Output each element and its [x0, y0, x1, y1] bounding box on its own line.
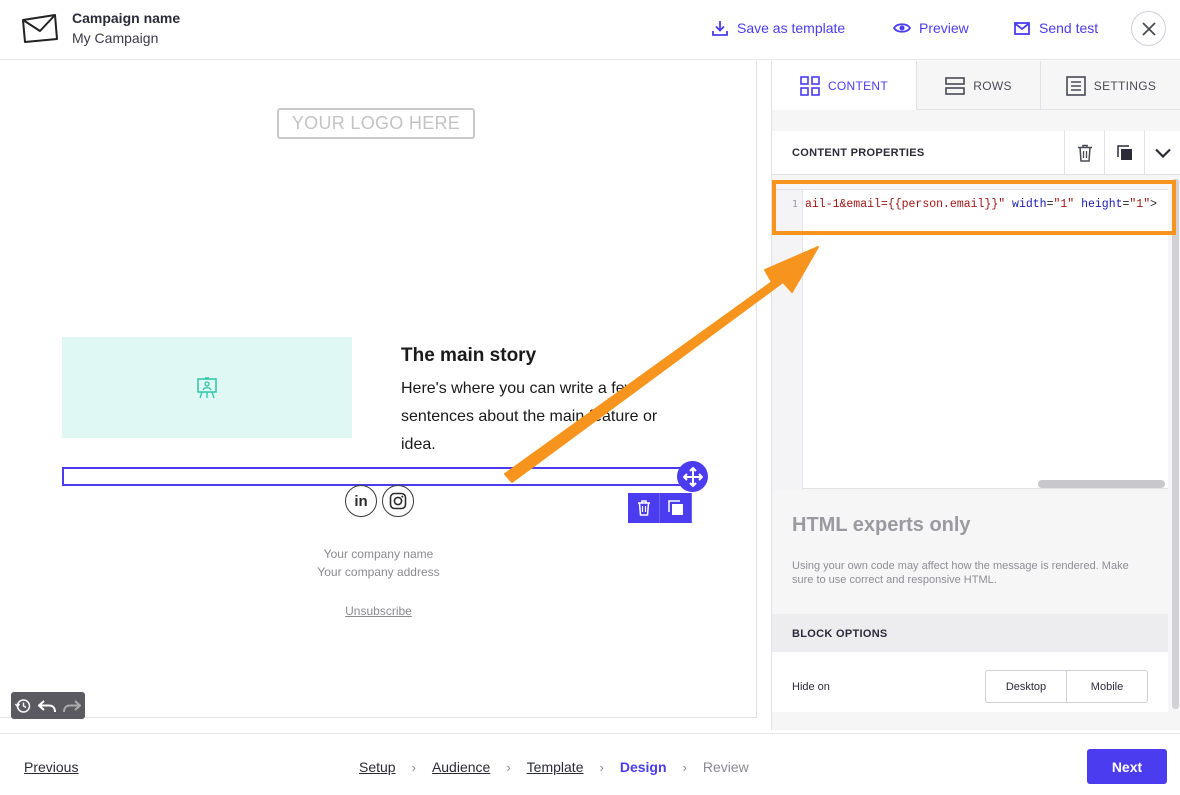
- hide-on-label: Hide on: [792, 681, 830, 693]
- tab-settings[interactable]: SETTINGS: [1041, 61, 1180, 110]
- line-number: 1: [772, 190, 803, 490]
- send-test-label: Send test: [1039, 20, 1099, 36]
- chevron-right-icon: ›: [682, 759, 687, 775]
- html-experts-title: HTML experts only: [792, 514, 971, 536]
- story-body[interactable]: Here's where you can write a few sentenc…: [401, 375, 691, 459]
- email-canvas[interactable]: YOUR LOGO HERE The main story Here's whe…: [0, 61, 757, 719]
- html-experts-note: Using your own code may affect how the m…: [792, 560, 1129, 586]
- undo-icon[interactable]: [37, 698, 56, 714]
- trash-icon: [1077, 144, 1092, 162]
- preview-button[interactable]: Preview: [893, 18, 969, 38]
- hide-desktop-button[interactable]: Desktop: [986, 671, 1066, 702]
- unsubscribe-link[interactable]: Unsubscribe: [0, 604, 757, 618]
- tab-content-label: CONTENT: [827, 78, 889, 93]
- collapse-button[interactable]: [1144, 131, 1180, 175]
- save-as-template-label: Save as template: [737, 20, 846, 36]
- history-icon[interactable]: [14, 698, 31, 714]
- save-as-template-button[interactable]: Save as template: [711, 18, 845, 38]
- step-template[interactable]: Template: [527, 759, 584, 775]
- presentation-icon: [197, 376, 217, 398]
- send-test-button[interactable]: Send test: [1013, 18, 1098, 38]
- panel-tabs: CONTENT ROWS SETTINGS: [772, 61, 1180, 110]
- chevron-right-icon: ›: [599, 759, 604, 775]
- download-icon: [712, 21, 728, 36]
- grid-icon: [800, 75, 820, 96]
- history-toolbar: [11, 692, 85, 719]
- chevron-right-icon: ›: [411, 759, 416, 775]
- story-title[interactable]: The main story: [401, 345, 536, 367]
- tab-rows-label: ROWS: [973, 78, 1012, 93]
- duplicate-block-button[interactable]: [660, 493, 692, 523]
- chevron-down-icon: [1155, 148, 1171, 158]
- block-options-title: BLOCK OPTIONS: [792, 628, 888, 640]
- tab-rows[interactable]: ROWS: [917, 61, 1041, 110]
- image-placeholder[interactable]: [62, 337, 352, 438]
- duplicate-icon: [667, 500, 683, 515]
- top-header: Campaign name My Campaign Save as templa…: [0, 0, 1180, 60]
- previous-link[interactable]: Previous: [24, 759, 78, 775]
- delete-block-button[interactable]: [628, 493, 660, 523]
- step-breadcrumb: Setup › Audience › Template › Design › Review: [359, 759, 749, 775]
- selected-html-block[interactable]: [62, 467, 692, 486]
- mail-icon: [1014, 22, 1030, 35]
- settings-icon: [1065, 75, 1086, 96]
- trash-icon: [637, 500, 650, 516]
- instagram-icon[interactable]: [382, 485, 414, 517]
- campaign-name-value: My Campaign: [72, 30, 159, 46]
- linkedin-icon[interactable]: in: [345, 485, 377, 517]
- vertical-scrollbar[interactable]: [1172, 179, 1179, 709]
- step-audience[interactable]: Audience: [432, 759, 490, 775]
- campaign-name-label: Campaign name: [72, 10, 181, 26]
- content-properties-bar: CONTENT PROPERTIES: [772, 131, 1180, 175]
- company-address: Your company address: [317, 565, 440, 579]
- envelope-icon: [22, 14, 58, 43]
- chevron-right-icon: ›: [506, 759, 511, 775]
- footer-nav: Previous Setup › Audience › Template › Design ›…: [0, 733, 1180, 795]
- block-options-header: BLOCK OPTIONS: [772, 614, 1168, 652]
- delete-content-button[interactable]: [1064, 131, 1104, 175]
- step-review[interactable]: Review: [703, 759, 749, 775]
- duplicate-content-button[interactable]: [1104, 131, 1144, 175]
- instagram-glyph-icon: [389, 492, 407, 510]
- hide-mobile-button[interactable]: Mobile: [1066, 671, 1147, 702]
- block-toolbar: [628, 493, 693, 523]
- tab-settings-label: SETTINGS: [1093, 78, 1157, 93]
- preview-label: Preview: [919, 20, 969, 36]
- redo-icon[interactable]: [63, 698, 82, 714]
- step-design[interactable]: Design: [620, 759, 667, 775]
- rows-icon: [945, 76, 966, 95]
- tab-content[interactable]: CONTENT: [772, 61, 917, 110]
- horizontal-scrollbar[interactable]: [1038, 480, 1165, 488]
- close-icon: [1141, 21, 1156, 36]
- eye-icon: [893, 23, 911, 33]
- content-properties-title: CONTENT PROPERTIES: [792, 147, 925, 159]
- logo-placeholder[interactable]: YOUR LOGO HERE: [277, 108, 475, 139]
- code-highlight-box: [772, 180, 1176, 235]
- close-button[interactable]: [1131, 11, 1166, 46]
- company-name: Your company name: [323, 547, 434, 561]
- step-setup[interactable]: Setup: [359, 759, 396, 775]
- hide-on-toggle: Desktop Mobile: [985, 670, 1148, 703]
- next-button[interactable]: Next: [1087, 749, 1167, 784]
- hide-on-row: Hide on Desktop Mobile: [772, 652, 1168, 712]
- move-handle[interactable]: [677, 461, 708, 492]
- duplicate-icon: [1116, 145, 1132, 160]
- properties-panel: CONTENT ROWS SETTINGS CONTENT PROPERTIES: [771, 61, 1180, 730]
- move-icon: [682, 466, 703, 487]
